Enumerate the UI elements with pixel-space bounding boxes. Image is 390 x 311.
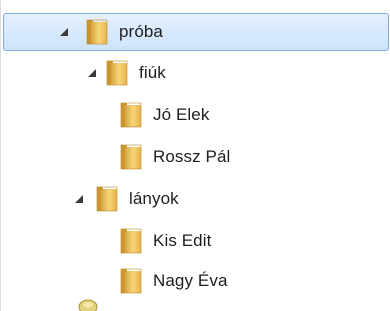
tree-node-label: lányok	[129, 189, 179, 208]
partial-item-icon	[77, 298, 99, 311]
folder-icon	[119, 228, 143, 254]
folder-icon	[119, 268, 143, 294]
tree-node-jo-elek[interactable]: Jó Elek	[1, 97, 209, 133]
expanded-arrow-icon[interactable]	[73, 192, 87, 206]
tree-node-rossz-pal[interactable]: Rossz Pál	[1, 139, 230, 175]
folder-icon	[85, 19, 109, 45]
tree-node-label: Rossz Pál	[153, 147, 231, 166]
folder-icon	[95, 186, 119, 212]
tree-node-label: Nagy Éva	[153, 271, 228, 290]
expanded-arrow-icon[interactable]	[86, 66, 100, 80]
tree-node-label: próba	[119, 22, 163, 41]
folder-icon	[105, 60, 129, 86]
tree-node-label: Jó Elek	[153, 105, 210, 124]
tree-node-label: fiúk	[139, 63, 166, 82]
tree-node-nagy-eva[interactable]: Nagy Éva	[1, 263, 228, 299]
folder-icon	[119, 102, 143, 128]
tree-node-kis-edit[interactable]: Kis Edit	[1, 223, 211, 259]
tree-node-fiuk[interactable]: fiúk	[1, 55, 166, 91]
tree-node-label: Kis Edit	[153, 231, 212, 250]
folder-icon	[119, 144, 143, 170]
tree-node-lanyok[interactable]: lányok	[1, 181, 179, 217]
tree-node-proba[interactable]: próba	[3, 13, 389, 51]
folder-tree: próba fiúk Jó Elek Rossz Pál lányok Kis …	[0, 0, 390, 311]
expanded-arrow-icon[interactable]	[58, 25, 72, 39]
